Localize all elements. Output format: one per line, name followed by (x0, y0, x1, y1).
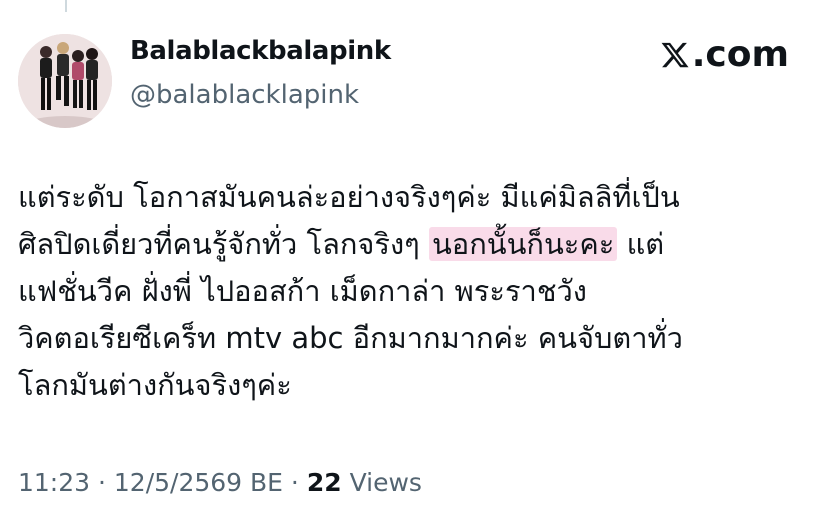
tweet-meta: 11:23 · 12/5/2569 BE · 22 Views (18, 468, 422, 497)
x-com-logo[interactable]: .com (660, 34, 789, 75)
x-logo-icon (661, 42, 689, 67)
thread-connector-line (65, 0, 67, 12)
avatar[interactable] (18, 34, 112, 128)
tweet-line-1: แต่ระดับ โอกาสมันคนล่ะอย่างจริงๆค่ะ มีแค… (18, 180, 680, 214)
x-domain-label: .com (691, 34, 789, 75)
tweet-line-4: วิคตอเรียซีเคร็ท mtv abc อีกมากมากค่ะ คน… (18, 321, 683, 355)
author-handle[interactable]: @balablacklapink (130, 80, 359, 110)
meta-separator: · (90, 468, 114, 497)
tweet-line-2: ศิลปิดเดี่ยวที่คนรู้จักทั่ว โลกจริงๆ นอก… (18, 221, 813, 268)
tweet-line-2-start: ศิลปิดเดี่ยวที่คนรู้จักทั่ว โลกจริงๆ (18, 227, 429, 261)
views-label: Views (341, 468, 422, 497)
author-display-name[interactable]: Balablackbalapink (130, 36, 391, 66)
views-count[interactable]: 22 (307, 468, 342, 497)
tweet-line-3: แฟชั่นวีค ฝั่งพี่ ไปออสก้า เม็ดกาล่า พระ… (18, 274, 587, 308)
tweet-time[interactable]: 11:23 (18, 468, 90, 497)
avatar-image (18, 34, 112, 128)
highlighted-text: นอกนั้นก็นะคะ (428, 227, 618, 261)
tweet-line-2-end: แต่ (617, 227, 665, 261)
tweet-date[interactable]: 12/5/2569 BE (114, 468, 283, 497)
tweet-body: แต่ระดับ โอกาสมันคนล่ะอย่างจริงๆค่ะ มีแค… (18, 174, 813, 409)
tweet-line-5: โลกมันต่างกันจริงๆค่ะ (18, 368, 292, 402)
meta-separator: · (282, 468, 307, 497)
